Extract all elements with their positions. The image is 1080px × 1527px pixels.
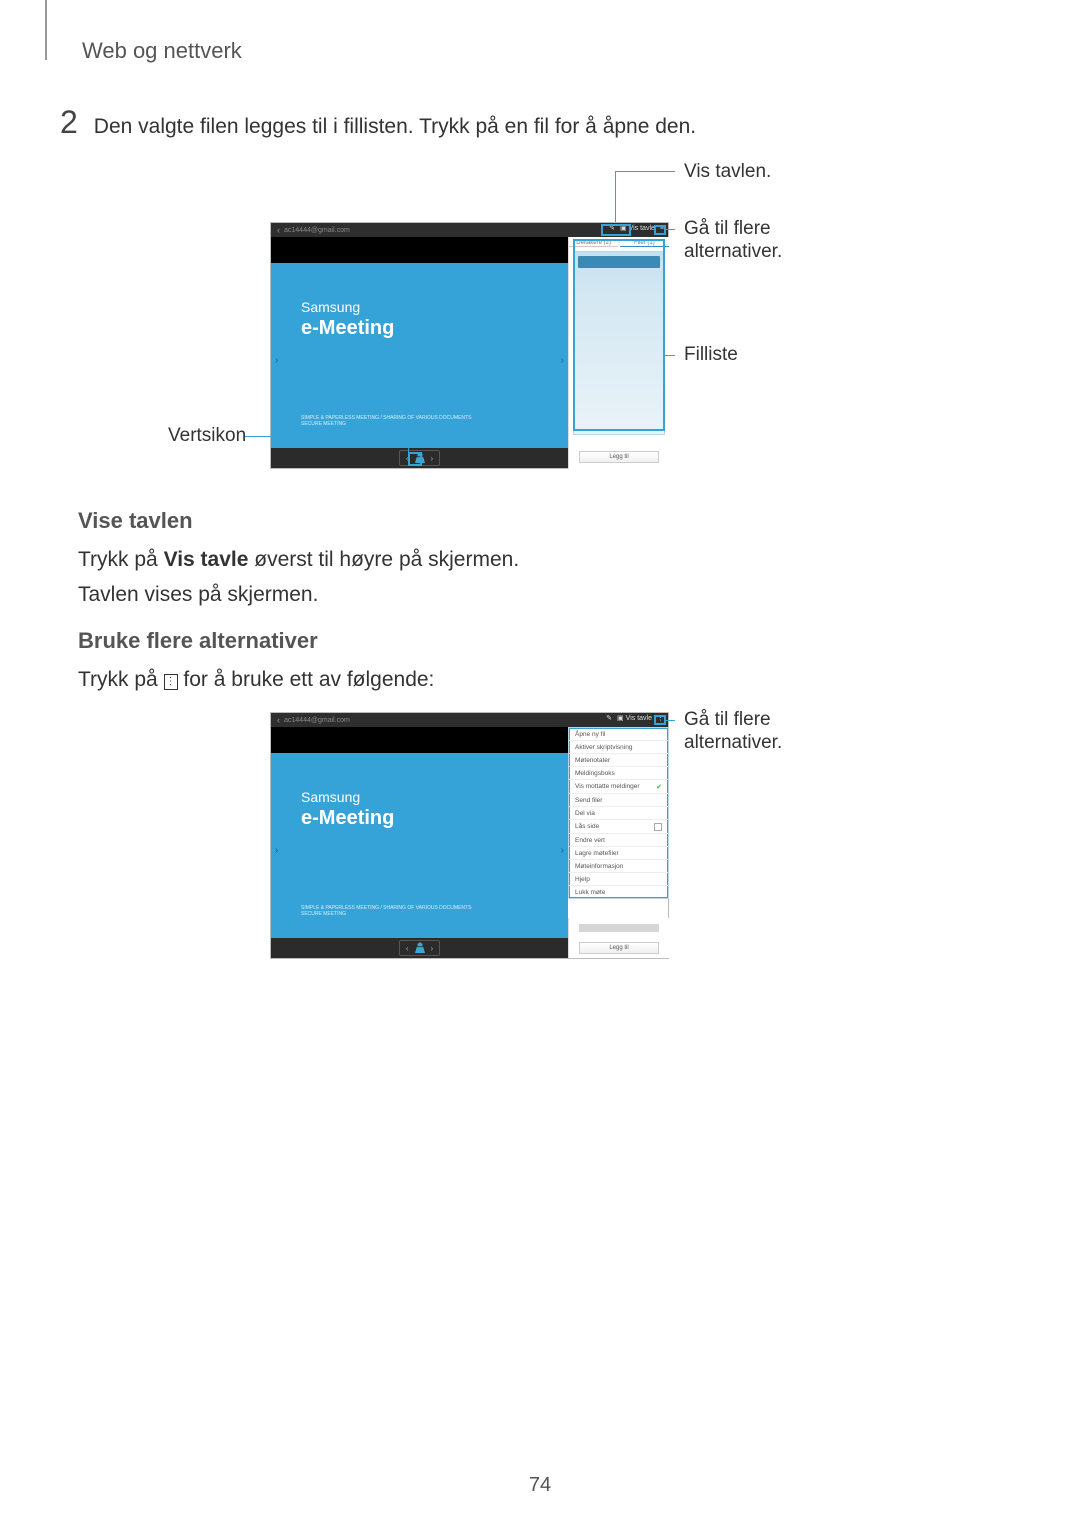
nav-next-icon: › [431,454,434,463]
figure-2: ‹ ac14444@gmail.com ✎ ▣ Vis tavle ⋮ Sams… [270,712,669,959]
host-icon [415,452,425,464]
nav-bar: ‹ › [271,448,568,468]
file-item[interactable] [578,256,660,268]
callout-line [615,171,616,222]
app-main-canvas: Samsung e-Meeting SIMPLE & PAPERLESS MEE… [271,753,568,939]
product-text: e-Meeting [301,317,394,340]
app-screenshot-2: ‹ ac14444@gmail.com ✎ ▣ Vis tavle ⋮ Sams… [270,712,669,959]
step-text: Den valgte filen legges til i fillisten.… [94,115,696,139]
para: Tavlen vises på skjermen. [78,583,318,607]
callout-line [408,436,409,456]
pencil-icon: ✎ [609,224,615,232]
menu-item[interactable]: Send filer [569,794,668,807]
nav-pill[interactable]: ‹ › [399,940,440,956]
menu-glyph-icon: ⋮ [164,674,178,690]
vis-tavle-button[interactable]: ▣ Vis tavle [617,714,652,722]
tab-participants[interactable]: Deltakere (2) [569,240,618,247]
board-icon: ▣ [620,224,627,232]
expand-left-icon[interactable]: › [275,845,278,856]
heading-vise-tavlen: Vise tavlen [78,508,193,534]
check-icon: ✔ [656,783,662,791]
menu-item[interactable]: Vis mottatte meldinger✔ [569,780,668,794]
host-icon [415,942,425,954]
product-text: e-Meeting [301,807,394,830]
callout-line [244,436,408,437]
figure-1: ‹ ac14444@gmail.com ✎ ▣ Vis tavle ≡ Sams… [270,222,669,469]
brand-text: Samsung [301,789,360,805]
menu-item[interactable]: Del via [569,807,668,820]
expand-left-icon[interactable]: › [275,355,278,366]
subtext: SIMPLE & PAPERLESS MEETING / SHARING OF … [301,415,471,427]
callout-text: Gå til flere [684,218,771,240]
pane-tabs: Deltakere (2) | Filer (1) [569,237,669,249]
para: Trykk på ⋮ for å bruke ett av følgende: [78,668,434,692]
expand-right-icon[interactable]: › [561,355,564,366]
back-icon: ‹ [277,715,280,725]
file-pane-bottom: Legg til [568,918,669,958]
section-divider [45,0,47,60]
nav-bar: ‹ › [271,938,568,958]
para: Trykk på Vis tavle øverst til høyre på s… [78,548,519,572]
menu-item[interactable]: Lås side [569,820,668,834]
add-button[interactable]: Legg til [579,942,659,954]
section-heading: Web og nettverk [82,38,242,64]
heading-bruke-flere: Bruke flere alternativer [78,628,318,654]
user-email: ac14444@gmail.com [284,717,350,724]
app-titlebar: ‹ ac14444@gmail.com ✎ ▣ Vis tavle ≡ [271,223,668,237]
callout-text: Filliste [684,344,738,366]
overflow-menu: Åpne ny fil Aktiver skriptvisning Møteno… [568,727,669,899]
file-panel [573,251,665,435]
callout-text: Vertsikon [168,425,246,447]
placeholder-bar [579,924,659,932]
step-number: 2 [60,104,78,141]
callout-text: alternativer. [684,241,782,263]
vis-tavle-label: Vis tavle [626,715,652,722]
menu-item[interactable]: Meldingsboks [569,767,668,780]
menu-item[interactable]: Hjelp [569,873,668,886]
app-titlebar: ‹ ac14444@gmail.com ✎ ▣ Vis tavle ⋮ [271,713,668,727]
menu-item[interactable]: Lagre møtefiler [569,847,668,860]
callout-text: alternativer. [684,732,782,754]
callout-text: Vis tavlen. [684,161,771,183]
nav-pill[interactable]: ‹ › [399,450,440,466]
menu-item[interactable]: Lukk møte [569,886,668,898]
tab-files[interactable]: Filer (1) [620,240,669,247]
menu-item[interactable]: Aktiver skriptvisning [569,741,668,754]
subtext: SIMPLE & PAPERLESS MEETING / SHARING OF … [301,905,471,917]
callout-text: Gå til flere [684,709,771,731]
callout-line [665,229,675,230]
menu-item[interactable]: Møteinformasjon [569,860,668,873]
callout-line [615,171,675,172]
menu-item[interactable]: Åpne ny fil [569,728,668,741]
menu-icon[interactable]: ≡ [660,225,664,232]
nav-next-icon: › [431,944,434,953]
step-2: 2 Den valgte filen legges til i filliste… [60,104,696,141]
user-email: ac14444@gmail.com [284,227,350,234]
menu-item[interactable]: Endre vert [569,834,668,847]
menu-icon[interactable]: ⋮ [657,714,664,722]
expand-right-icon[interactable]: › [561,845,564,856]
add-button[interactable]: Legg til [579,451,659,463]
callout-line [665,720,675,721]
page-number: 74 [0,1474,1080,1497]
pencil-icon: ✎ [606,714,612,722]
file-list-pane: Deltakere (2) | Filer (1) Legg til [568,237,669,469]
vis-tavle-button[interactable]: ▣ Vis tavle [620,224,655,232]
back-icon: ‹ [277,225,280,235]
checkbox-icon [654,823,662,831]
menu-item[interactable]: Møtenotater [569,754,668,767]
app-screenshot-1: ‹ ac14444@gmail.com ✎ ▣ Vis tavle ≡ Sams… [270,222,669,469]
brand-text: Samsung [301,299,360,315]
vis-tavle-label: Vis tavle [629,225,655,232]
nav-prev-icon: ‹ [406,944,409,953]
board-icon: ▣ [617,714,624,722]
app-main-canvas: Samsung e-Meeting SIMPLE & PAPERLESS MEE… [271,263,568,449]
callout-line [664,355,675,356]
